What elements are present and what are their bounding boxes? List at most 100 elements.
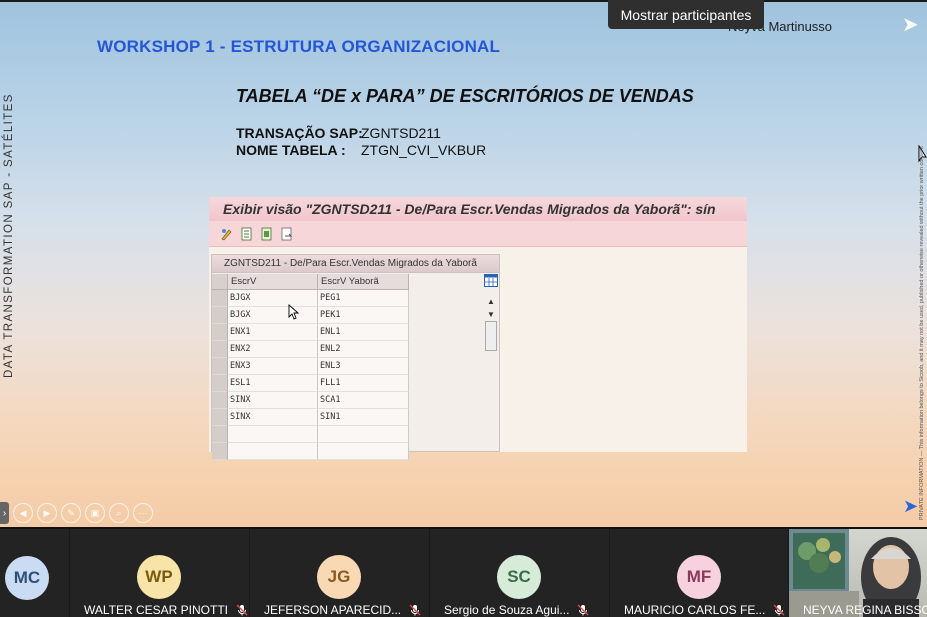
cell-escrv[interactable]: ENX1 [228,324,318,341]
cell-escrv[interactable]: ENX2 [228,341,318,358]
participant-name-text: JEFERSON APARECID... [264,603,402,617]
table-row[interactable]: SINX SCA1 [212,392,410,409]
sap-window: Exibir visão "ZGNTSD211 - De/Para Escr.V… [209,197,747,460]
side-label: DATA TRANSFORMATION SAP - SATÉLITES [3,93,15,378]
grid-empty-row [212,443,410,460]
data-grid: ZGNTSD211 - De/Para Escr.Vendas Migrados… [211,254,500,460]
grid-vertical-scrollbar[interactable]: ▲ ▼ [484,274,498,444]
muted-mic-icon [773,604,785,616]
column-header-escrv[interactable]: EscrV [228,274,318,290]
video-tile-neyva[interactable]: NEYVA REGINA BISSOL [789,529,927,617]
avatar: WP [137,555,181,599]
participant-name-text: Sergio de Souza Agui... [444,603,570,617]
sap-window-title: Exibir visão "ZGNTSD211 - De/Para Escr.V… [209,197,747,221]
cell-escrv-yabora[interactable]: SCA1 [318,392,409,409]
participant-name: WALTER CESAR PINOTTI [84,603,248,617]
scroll-up-icon[interactable]: ▲ [484,295,498,308]
participant-name: NEYVA REGINA BISSOL [803,603,927,617]
participant-name: JEFERSON APARECID... [264,603,421,617]
show-participants-tooltip: Mostrar participantes [608,0,764,29]
more-options-icon[interactable]: ··· [133,503,153,523]
sap-toolbar [209,221,747,247]
nome-tabela-label: NOME TABELA : [236,142,346,158]
grid-empty-row [212,426,410,443]
row-selector[interactable] [212,341,228,358]
pen-icon[interactable]: ✎ [61,503,81,523]
cell-escrv-yabora[interactable]: PEK1 [318,307,409,324]
table-row[interactable]: ENX3 ENL3 [212,358,410,375]
slide-subtitle: TABELA “DE x PARA” DE ESCRITÓRIOS DE VEN… [236,86,694,106]
deselect-icon[interactable] [278,226,295,242]
transacao-label: TRANSAÇÃO SAP: [236,125,363,141]
table-row[interactable]: BJGX PEK1 [212,307,410,324]
row-selector[interactable] [212,392,228,409]
table-row[interactable]: ESL1 FLL1 [212,375,410,392]
cell-escrv[interactable]: SINX [228,392,318,409]
scroll-thumb[interactable] [485,321,497,351]
fine-print: PRIVATE INFORMATION — This information b… [919,146,925,520]
participant-name: Sergio de Souza Agui... [444,603,589,617]
transacao-value: ZGNTSD211 [361,125,441,141]
select-all-cell[interactable] [212,274,228,290]
next-slide-icon[interactable]: ▶ [37,503,57,523]
table-row[interactable]: ENX2 ENL2 [212,341,410,358]
avatar: SC [497,555,541,599]
row-selector[interactable] [212,375,228,392]
participant-tile[interactable]: WP WALTER CESAR PINOTTI [70,529,249,617]
mouse-pointer-icon [288,304,299,320]
row-selector[interactable] [212,409,228,426]
top-bar [0,0,927,2]
cell-escrv-yabora[interactable]: SIN1 [318,409,409,426]
workshop-title: WORKSHOP 1 - ESTRUTURA ORGANIZACIONAL [97,37,501,56]
next-arrow-icon[interactable]: ➤ [902,15,919,35]
cell-escrv-yabora[interactable]: ENL1 [318,324,409,341]
cell-escrv[interactable]: SINX [228,409,318,426]
panel-toggle-icon[interactable]: › [0,502,9,524]
cell-escrv-yabora[interactable]: ENL2 [318,341,409,358]
cell-escrv-yabora[interactable]: PEG1 [318,290,409,307]
previous-slide-icon[interactable]: ◀ [13,503,33,523]
cell-escrv[interactable]: ENX3 [228,358,318,375]
participant-tile[interactable]: MC [0,529,69,617]
display-change-icon[interactable] [218,226,235,242]
muted-mic-icon [409,604,421,616]
transaction-info: TRANSAÇÃO SAP: ZGNTSD211 NOME TABELA : Z… [236,125,486,159]
cell-escrv[interactable]: BJGX [228,290,318,307]
cell-escrv-yabora[interactable]: ENL3 [318,358,409,375]
participant-tile[interactable]: JG JEFERSON APARECID... [250,529,429,617]
row-selector[interactable] [212,358,228,375]
slide-controls: › ◀ ▶ ✎ ▣ ⌕ ··· [0,500,153,526]
next-slide-arrow-icon[interactable]: ➤ [903,496,918,516]
shared-slide: WORKSHOP 1 - ESTRUTURA ORGANIZACIONAL Ne… [0,0,927,527]
cell-escrv-yabora[interactable]: FLL1 [318,375,409,392]
nome-tabela-value: ZTGN_CVI_VKBUR [361,142,487,158]
column-header-escrv-yabora[interactable]: EscrV Yaborã [318,274,409,290]
grid-table: EscrV EscrV Yaborã BJGX PEG1 BJGX PEK1 ENX1 E… [212,274,410,460]
muted-mic-icon [236,604,248,616]
grid-header: EscrV EscrV Yaborã [212,274,410,290]
cell-escrv[interactable]: ESL1 [228,375,318,392]
avatar: JG [317,555,361,599]
table-row[interactable]: SINX SIN1 [212,409,410,426]
participant-strip: MC WP WALTER CESAR PINOTTI JG JEFERSON APARE… [0,529,927,617]
scroll-down-icon[interactable]: ▼ [484,308,498,321]
participant-name-text: MAURICIO CARLOS FE... [624,603,766,617]
grid-title: ZGNTSD211 - De/Para Escr.Vendas Migrados… [212,255,499,273]
table-row[interactable]: ENX1 ENL1 [212,324,410,341]
row-selector[interactable] [212,324,228,341]
participant-name: MAURICIO CARLOS FE... [624,603,785,617]
avatar: MC [5,556,49,600]
row-selector[interactable] [212,307,228,324]
cell-escrv[interactable]: BJGX [228,307,318,324]
zoom-icon[interactable]: ⌕ [109,503,129,523]
select-all-icon[interactable] [258,226,275,242]
export-icon[interactable] [238,226,255,242]
participant-name-text: WALTER CESAR PINOTTI [84,603,229,617]
participant-tile[interactable]: MF MAURICIO CARLOS FE... [610,529,788,617]
slides-icon[interactable]: ▣ [85,503,105,523]
muted-mic-icon [577,604,589,616]
participant-tile[interactable]: SC Sergio de Souza Agui... [430,529,609,617]
row-selector[interactable] [212,290,228,307]
table-row[interactable]: BJGX PEG1 [212,290,410,307]
grid-settings-icon[interactable] [484,274,498,287]
